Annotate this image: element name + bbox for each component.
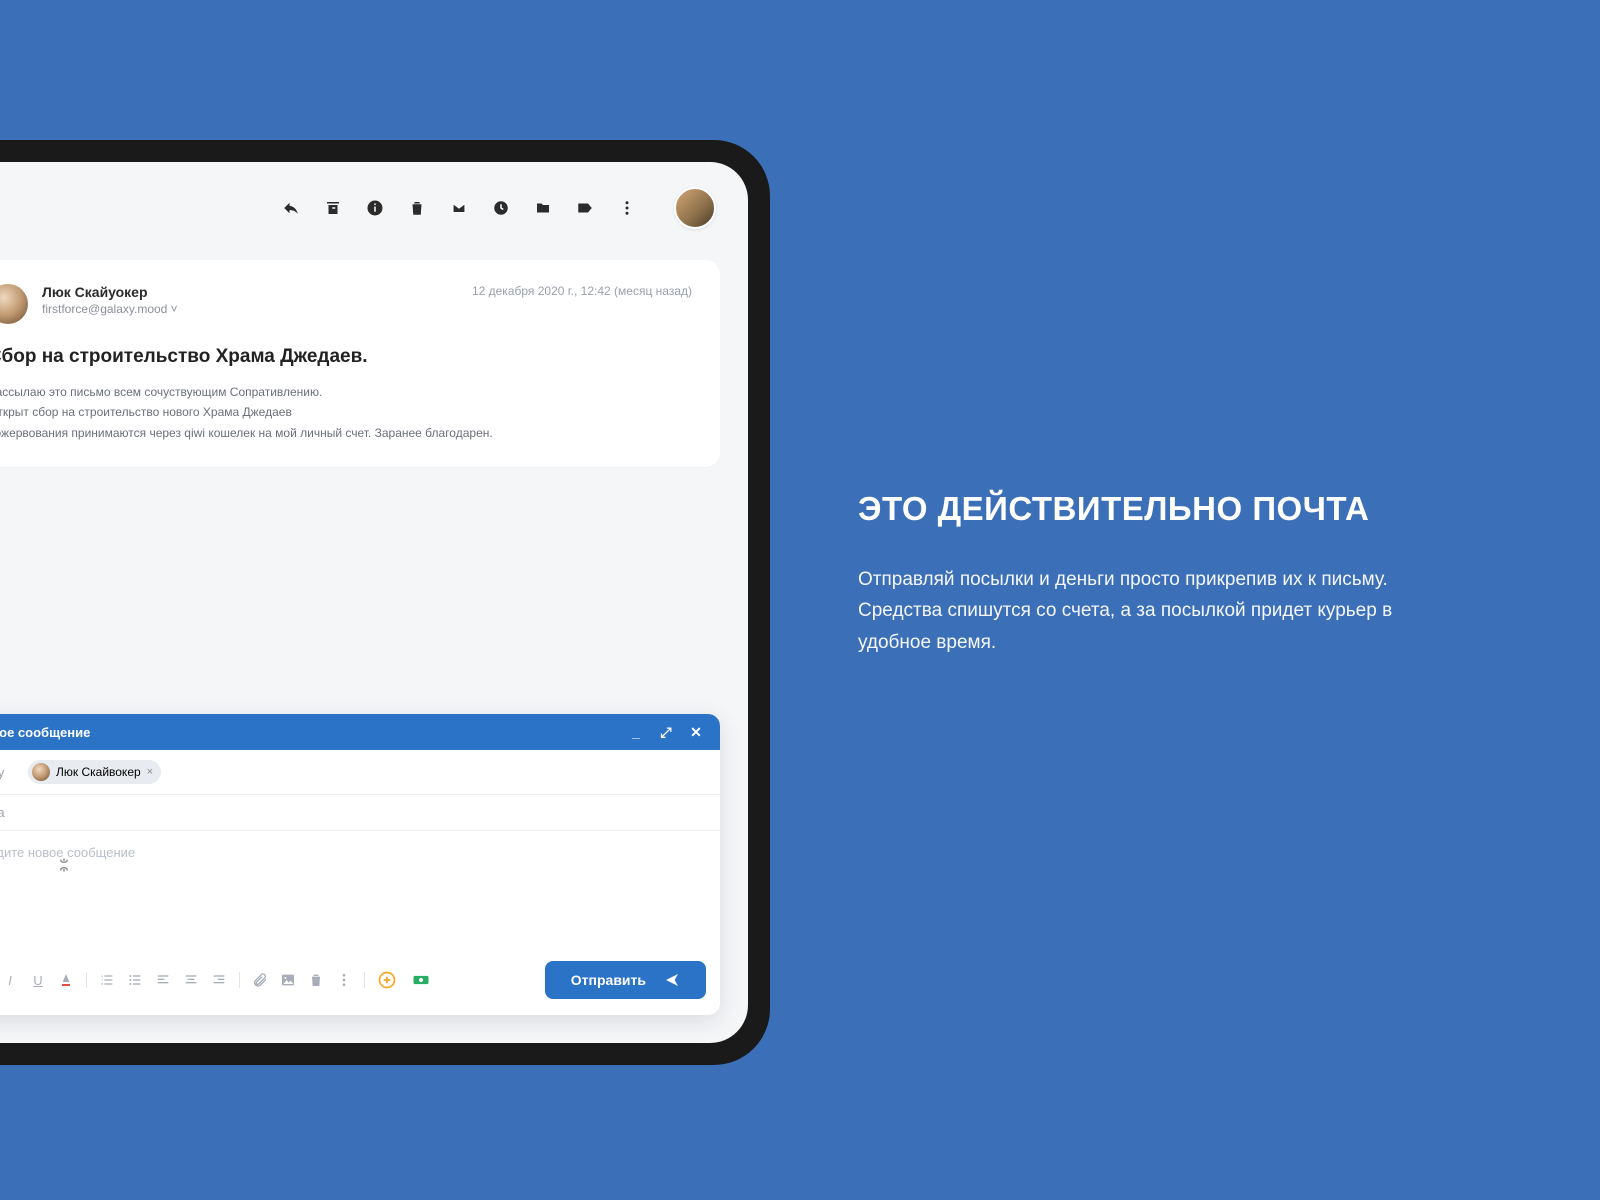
chip-avatar-icon [32,763,50,781]
more-icon[interactable] [618,199,636,217]
move-icon[interactable] [534,199,552,217]
to-label: Кому [0,765,16,780]
recipient-chip[interactable]: Люк Скайвокер × [28,760,161,784]
align-left-icon[interactable] [155,972,171,988]
attach-icon[interactable] [252,972,268,988]
underline-icon[interactable]: U [30,972,46,988]
attach-special-group [377,970,431,990]
compose-title: Новое сообщение [0,725,90,740]
email-subject: Сбор на строительство Храма Джедаев. [0,346,692,368]
align-right-icon[interactable] [211,972,227,988]
recipient-name: Люк Скайвокер [56,765,141,779]
image-icon[interactable] [280,972,296,988]
tablet-device: ый Люк Скайуокер firstforce@galaxy.mood … [0,140,770,1065]
send-button[interactable]: Отправить [545,961,706,999]
more-format-icon[interactable] [336,972,352,988]
sender-email[interactable]: firstforce@galaxy.mood ˅ [42,302,458,316]
chip-remove-icon[interactable]: × [147,766,153,778]
marketing-headline: ЭТО ДЕЙСТВИТЕЛЬНО ПОЧТА [858,490,1418,528]
send-icon [664,972,680,988]
email-header: Люк Скайуокер firstforce@galaxy.mood ˅ 1… [0,284,692,324]
minimize-icon[interactable]: _ [626,722,646,742]
compose-body[interactable]: Введите новое сообщение [0,831,720,951]
italic-icon[interactable]: I [2,972,18,988]
toolbar [0,180,748,236]
money-icon[interactable] [411,970,431,990]
reply-icon[interactable] [282,199,300,217]
compose-to-row[interactable]: Кому Люк Скайвокер × [0,750,720,795]
info-icon[interactable] [366,199,384,217]
list-ordered-icon[interactable] [99,972,115,988]
compose-header[interactable]: Новое сообщение _ ⤢ ✕ [0,714,720,750]
archive-icon[interactable] [324,199,342,217]
email-card: Люк Скайуокер firstforce@galaxy.mood ˅ 1… [0,260,720,467]
compose-footer: B I U [0,951,720,1015]
marketing-copy: ЭТО ДЕЙСТВИТЕЛЬНО ПОЧТА Отправляй посылк… [858,490,1418,658]
snooze-icon[interactable] [492,199,510,217]
delete-draft-icon[interactable] [308,972,324,988]
label-icon[interactable] [576,199,594,217]
expand-icon[interactable]: ⤢ [656,722,676,742]
avatar[interactable] [674,187,716,229]
toolbar-actions [282,199,636,217]
cursor-icon [56,857,72,876]
send-label: Отправить [571,972,646,988]
mark-read-icon[interactable] [450,199,468,217]
list-bullet-icon[interactable] [127,972,143,988]
sender-avatar[interactable] [0,284,28,324]
email-date: 12 декабря 2020 г., 12:42 (месяц назад) [472,284,692,298]
format-toolbar: B I U [0,972,352,988]
marketing-body: Отправляй посылки и деньги просто прикре… [858,564,1418,658]
email-body: Рассылаю это письмо всем сочуствующим Со… [0,382,692,443]
screen: ый Люк Скайуокер firstforce@galaxy.mood … [0,162,748,1043]
package-icon[interactable] [377,970,397,990]
text-color-icon[interactable] [58,972,74,988]
align-center-icon[interactable] [183,972,199,988]
compose-window: Новое сообщение _ ⤢ ✕ Кому Люк Скайвокер… [0,714,720,1015]
compose-subject-row[interactable]: Тема [0,795,720,831]
close-icon[interactable]: ✕ [686,722,706,742]
delete-icon[interactable] [408,199,426,217]
subject-label: Тема [0,805,16,820]
sender-name: Люк Скайуокер [42,284,458,300]
